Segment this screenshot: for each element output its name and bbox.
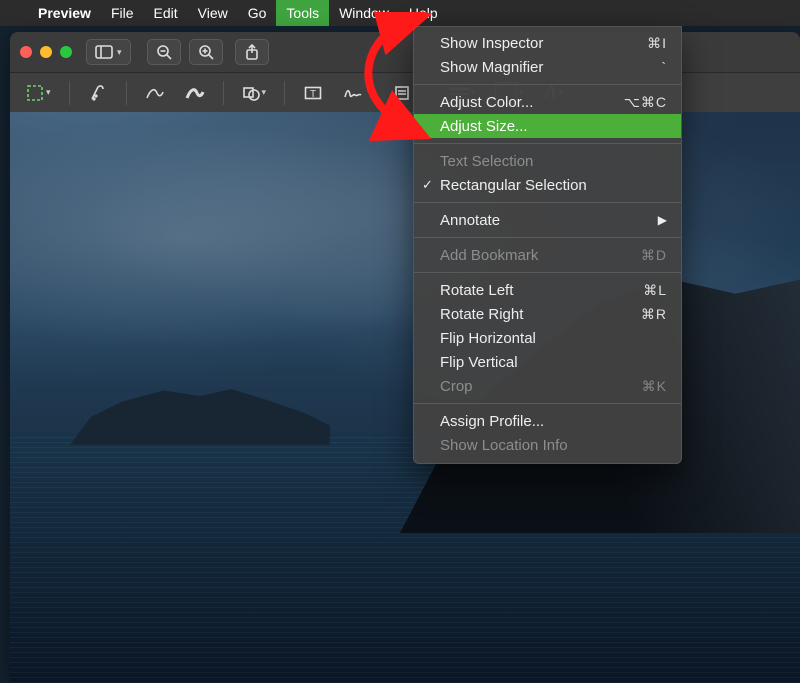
menu-go[interactable]: Go [238, 0, 277, 26]
sign-tool[interactable]: ▾ [337, 79, 378, 107]
tools-menu-item: Add Bookmark ⌘D [414, 243, 681, 267]
chevron-down-icon: ▾ [46, 87, 51, 98]
draw-tool[interactable] [179, 79, 211, 107]
traffic-lights [20, 46, 72, 58]
menu-item-label: Flip Vertical [440, 354, 518, 371]
menu-app[interactable]: Preview [28, 0, 101, 26]
tools-dropdown: Show Inspector ⌘I Show Magnifier ` Adjust Co… [413, 26, 682, 464]
sidebar-button[interactable]: ▾ [86, 39, 131, 65]
menu-item-shortcut: ⌘R [641, 306, 667, 323]
tools-menu-item[interactable]: Rotate Right ⌘R [414, 302, 681, 326]
zoom-out-button[interactable] [147, 39, 181, 65]
menu-item-label: Show Location Info [440, 437, 568, 454]
menu-item-shortcut: ⌥⌘C [624, 94, 667, 111]
menu-item-label: Show Magnifier [440, 59, 543, 76]
submenu-arrow-icon: ▶ [658, 213, 667, 227]
menu-item-label: Rotate Right [440, 306, 523, 323]
menubar: Preview File Edit View Go Tools Window H… [0, 0, 800, 26]
chevron-down-icon: ▾ [117, 47, 122, 58]
menu-item-label: Show Inspector [440, 35, 543, 52]
tools-menu-item[interactable]: Adjust Color... ⌥⌘C [414, 90, 681, 114]
menu-tools[interactable]: Tools [276, 0, 329, 26]
tools-menu-item: Show Location Info [414, 433, 681, 457]
instant-alpha-tool[interactable] [82, 79, 114, 107]
menu-help[interactable]: Help [399, 0, 448, 26]
menu-item-label: Rotate Left [440, 282, 513, 299]
tools-menu-item[interactable]: Adjust Size... [414, 114, 681, 138]
tools-menu-item[interactable]: Flip Horizontal [414, 326, 681, 350]
menu-window[interactable]: Window [329, 0, 399, 26]
menu-file[interactable]: File [101, 0, 144, 26]
fullscreen-window-button[interactable] [60, 46, 72, 58]
close-window-button[interactable] [20, 46, 32, 58]
menu-item-shortcut: ⌘I [647, 35, 667, 52]
menu-item-label: Rectangular Selection [440, 177, 587, 194]
tools-menu-item: Crop ⌘K [414, 374, 681, 398]
separator [126, 81, 127, 105]
menu-item-label: Assign Profile... [440, 413, 544, 430]
menu-item-label: Annotate [440, 212, 500, 229]
menu-item-shortcut: ` [661, 59, 667, 75]
separator [69, 81, 70, 105]
zoom-in-button[interactable] [189, 39, 223, 65]
tools-menu-item[interactable]: Show Inspector ⌘I [414, 31, 681, 55]
tools-menu-item[interactable]: Rotate Left ⌘L [414, 278, 681, 302]
separator [284, 81, 285, 105]
menu-edit[interactable]: Edit [144, 0, 188, 26]
chevron-down-icon: ▾ [367, 87, 372, 98]
tools-menu-item[interactable]: Annotate ▶ [414, 208, 681, 232]
separator [223, 81, 224, 105]
menu-item-shortcut: ⌘D [641, 247, 667, 264]
menu-view[interactable]: View [188, 0, 238, 26]
menu-item-label: Crop [440, 378, 473, 395]
tools-menu-item[interactable]: Show Magnifier ` [414, 55, 681, 79]
chevron-down-icon: ▾ [262, 87, 267, 98]
tools-menu-item[interactable]: Flip Vertical [414, 350, 681, 374]
tools-menu-item[interactable]: Assign Profile... [414, 409, 681, 433]
minimize-window-button[interactable] [40, 46, 52, 58]
menu-item-shortcut: ⌘L [643, 282, 667, 299]
check-icon: ✓ [422, 177, 433, 193]
menu-item-label: Adjust Color... [440, 94, 533, 111]
shapes-tool[interactable]: ▾ [236, 79, 273, 107]
svg-text:T: T [310, 89, 316, 100]
menu-item-label: Flip Horizontal [440, 330, 536, 347]
menu-item-shortcut: ⌘K [642, 378, 667, 395]
menu-item-label: Add Bookmark [440, 247, 538, 264]
menu-item-label: Adjust Size... [440, 118, 528, 135]
tools-menu-item[interactable]: ✓ Rectangular Selection [414, 173, 681, 197]
sketch-tool[interactable] [139, 79, 171, 107]
share-button[interactable] [235, 39, 269, 65]
tools-menu-item: Text Selection [414, 149, 681, 173]
menu-item-label: Text Selection [440, 153, 533, 170]
text-tool[interactable]: T [297, 79, 329, 107]
selection-tool[interactable]: ▾ [20, 79, 57, 107]
